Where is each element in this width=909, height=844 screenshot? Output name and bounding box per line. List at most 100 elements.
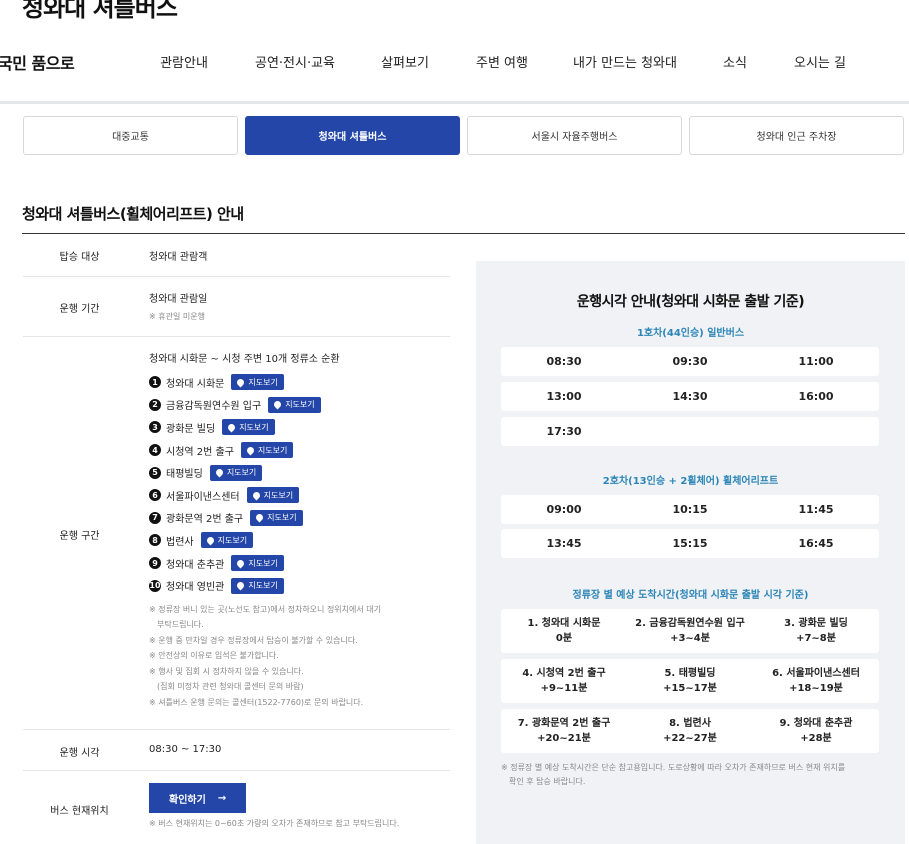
period-note: ※ 휴관일 미운행 (149, 312, 205, 321)
map-pin-icon (251, 490, 262, 501)
tab-nearby-parking[interactable]: 청와대 인근 주차장 (689, 116, 904, 155)
stop-item: 10 청와대 영빈관 지도보기 (149, 574, 450, 597)
eta-note: ※ 정류장 별 예상 도착시간은 단순 참고용입니다. 도로상황에 따라 오차가… (501, 761, 881, 789)
map-pin-icon (235, 580, 246, 591)
stop-item: 5 태평빌딩 지도보기 (149, 461, 450, 484)
map-view-button[interactable]: 지도보기 (200, 532, 254, 549)
eta-row: 7. 광화문역 2번 출구 +20~21분 8. 법련사 +22~27분 9. 청와… (501, 709, 879, 753)
map-pin-icon (214, 467, 225, 478)
eta-time: +22~27분 (663, 733, 717, 744)
nav-item-nearby-travel[interactable]: 주변 여행 (476, 52, 528, 71)
departure-time: 13:00 (546, 390, 582, 403)
shuttle-info-table: 탑승 대상 청와대 관람객 운행 기간 청와대 관람일 ※ 휴관일 미운행 운행… (23, 234, 450, 841)
departure-time: 09:30 (672, 355, 708, 368)
eta-time: +9~11분 (540, 683, 588, 694)
map-view-button[interactable]: 지도보기 (209, 464, 263, 481)
row-route: 운행 구간 청와대 시화문 ~ 시청 주변 10개 정류소 순환 1 청와대 시화… (23, 337, 450, 730)
eta-time: +3~4분 (670, 633, 710, 644)
stop-item: 1 청와대 시화문 지도보기 (149, 371, 450, 394)
nav-item-directions[interactable]: 오시는 길 (794, 52, 846, 71)
departure-time: 10:15 (672, 503, 708, 516)
map-view-button[interactable]: 지도보기 (231, 555, 284, 572)
tab-shuttle-bus[interactable]: 청와대 셔틀버스 (245, 116, 460, 155)
eta-cell: 9. 청와대 춘추관 +28분 (753, 709, 879, 753)
nav-item-explore[interactable]: 살펴보기 (381, 52, 429, 71)
departure-time: 17:30 (546, 425, 582, 438)
page-title: 청와대 셔틀버스(휠체어리프트) 안내 (22, 205, 244, 223)
departure-time: 11:45 (798, 503, 834, 516)
location-note: ※ 버스 현재위치는 0~60초 가량의 오차가 존재하므로 참고 부탁드립니다… (149, 819, 400, 828)
departure-time: 15:15 (672, 537, 708, 550)
eta-cell: 3. 광화문 빌딩 +7~8분 (753, 609, 879, 653)
map-view-label: 지도보기 (248, 558, 278, 568)
schedule-title: 운행시각 안내(청와대 시화문 출발 기준) (576, 294, 805, 310)
stop-name: 서울파이낸스센터 (166, 491, 240, 503)
stop-name: 태평빌딩 (166, 469, 203, 481)
map-view-button[interactable]: 지도보기 (231, 374, 284, 391)
bus1-time-row: 17:30 (501, 417, 879, 446)
map-view-button[interactable]: 지도보기 (250, 509, 303, 526)
stop-item: 6 서울파이낸스센터 지도보기 (149, 484, 450, 507)
eta-cell: 4. 시청역 2번 출구 +9~11분 (501, 659, 627, 703)
nav-item-visit-guide[interactable]: 관람안내 (160, 52, 208, 71)
map-pin-icon (205, 535, 216, 546)
map-view-button[interactable]: 지도보기 (222, 419, 275, 436)
bus1-time-row: 13:00 14:30 16:00 (501, 382, 879, 411)
eta-cell: 8. 법련사 +22~27분 (627, 709, 753, 753)
stop-item: 9 청와대 춘추관 지도보기 (149, 552, 450, 575)
check-location-button[interactable]: 확인하기 → (149, 783, 247, 813)
eta-time: +18~19분 (789, 683, 843, 694)
departure-time: 16:00 (798, 390, 834, 403)
stop-name: 시청역 2번 출구 (166, 446, 234, 458)
stop-name: 청와대 시화문 (166, 378, 225, 390)
eta-stop: 3. 광화문 빌딩 (784, 618, 848, 629)
eta-time: +15~17분 (663, 683, 717, 694)
map-view-button[interactable]: 지도보기 (246, 487, 300, 504)
departure-time: 13:45 (546, 537, 582, 550)
map-view-label: 지도보기 (226, 468, 257, 478)
tab-public-transport[interactable]: 대중교통 (23, 116, 238, 155)
route-note: (집회 미정차 관련 청와대 콜센터 문의 바람) (157, 682, 304, 692)
site-title: 청와대 셔틀버스 (22, 0, 178, 22)
eta-cell: 7. 광화문역 2번 출구 +20~21분 (501, 709, 627, 753)
eta-time: +20~21분 (537, 733, 591, 744)
eta-stop: 4. 시청역 2번 출구 (522, 668, 606, 679)
row-target: 탑승 대상 청와대 관람객 (23, 234, 450, 277)
stop-number-badge: 1 (149, 376, 161, 389)
map-view-label: 지도보기 (257, 445, 288, 455)
map-view-button[interactable]: 지도보기 (240, 442, 294, 459)
eta-stop: 5. 태평빌딩 (664, 668, 716, 679)
stop-name: 광화문 빌딩 (166, 423, 216, 435)
stop-number-badge: 4 (149, 444, 161, 457)
route-note: ※ 정류장 버니 있는 곳(노선도 참고)에서 정차하오니 정위치에서 대기 (149, 604, 382, 614)
stop-name: 법련사 (166, 536, 194, 548)
bus2-title: 2호차(13인승 + 2휠체어) 휠체어리프트 (602, 476, 779, 487)
nav-item-performances[interactable]: 공연·전시·교육 (255, 52, 335, 71)
nav-item-my-cheongwadae[interactable]: 내가 만드는 청와대 (573, 52, 677, 71)
departure-time: 16:45 (798, 537, 834, 550)
map-pin-icon (235, 377, 246, 388)
eta-stop: 1. 청와대 시화문 (527, 618, 601, 629)
stop-name: 광화문역 2번 출구 (166, 514, 244, 526)
route-notes: ※ 정류장 버니 있는 곳(노선도 참고)에서 정차하오니 정위치에서 대기 부… (149, 602, 450, 711)
eta-note-line: 확인 후 탑승 바랍니다. (509, 777, 586, 786)
schedule-panel: 운행시각 안내(청와대 시화문 출발 기준) 1호차(44인승) 일반버스 08… (476, 261, 905, 844)
stop-number-badge: 7 (149, 511, 161, 524)
stop-number-badge: 8 (149, 534, 161, 547)
main-navigation: 관람안내 공연·전시·교육 살펴보기 주변 여행 내가 만드는 청와대 소식 오… (0, 52, 909, 72)
eta-row: 1. 청와대 시화문 0분 2. 금융감독원연수원 입구 +3~4분 3. 광화문 … (501, 609, 879, 653)
route-label: 운행 구간 (59, 531, 100, 542)
eta-time: 0분 (555, 633, 573, 644)
nav-item-news[interactable]: 소식 (723, 52, 747, 71)
map-view-button[interactable]: 지도보기 (268, 396, 321, 413)
stop-item: 8 법련사 지도보기 (149, 529, 450, 552)
map-pin-icon (245, 445, 256, 456)
stop-number-badge: 10 (149, 579, 161, 592)
target-label: 탑승 대상 (59, 252, 100, 263)
departure-time: 08:30 (546, 355, 582, 368)
map-view-button[interactable]: 지도보기 (231, 577, 284, 594)
tab-autonomous-bus[interactable]: 서울시 자율주행버스 (467, 116, 682, 155)
route-note: ※ 운행 중 만차일 경우 정류장에서 탑승이 불가할 수 있습니다. (149, 635, 358, 645)
map-view-label: 지도보기 (239, 422, 269, 432)
eta-row: 4. 시청역 2번 출구 +9~11분 5. 태평빌딩 +15~17분 6. 서울파… (501, 659, 879, 703)
